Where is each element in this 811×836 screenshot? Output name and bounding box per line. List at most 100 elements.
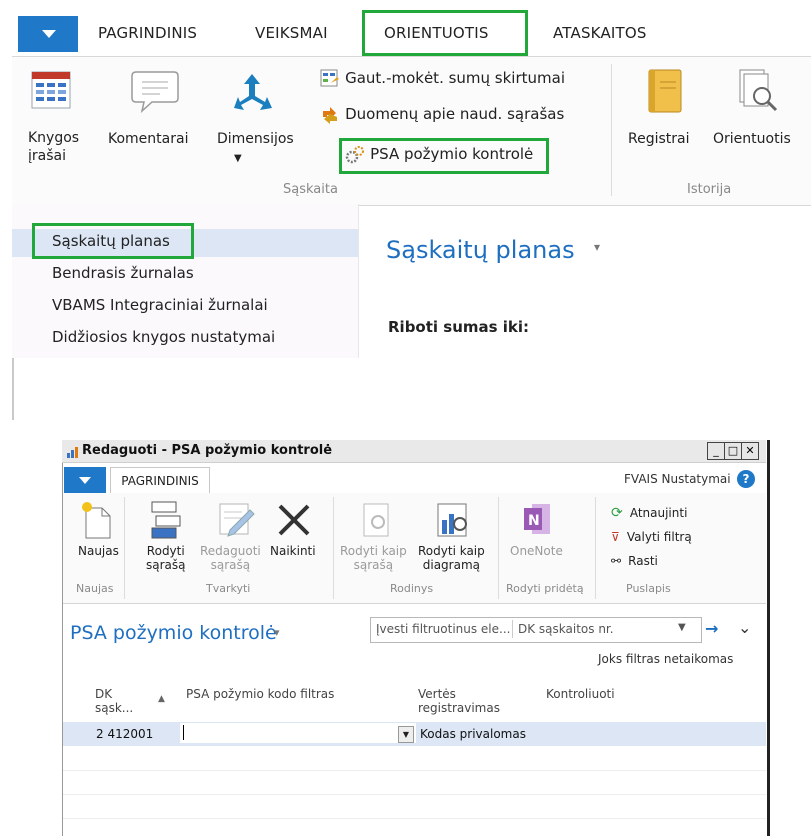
registers-button[interactable] <box>646 68 686 118</box>
col-header-dk-2: sąsk... <box>95 701 134 715</box>
title-dropdown-icon[interactable]: ▾ <box>274 626 280 639</box>
chevron-down-icon <box>79 477 91 484</box>
arrows-icon <box>323 106 337 124</box>
text-cursor <box>183 725 184 740</box>
ribbon-separator <box>333 497 334 599</box>
group-rodyti-prideta: Rodyti pridėtą <box>506 582 584 595</box>
help-icon[interactable]: ? <box>737 470 755 488</box>
col-header-psa[interactable]: PSA požymio kodo filtras <box>186 687 334 701</box>
delete-x-icon <box>278 504 310 536</box>
edit-list-label-1: Redaguoti <box>200 544 261 558</box>
new-label: Naujas <box>78 544 119 558</box>
col-header-dk-1: DK <box>95 687 113 701</box>
dimensions-icon <box>234 74 272 110</box>
new-document-icon <box>82 502 111 539</box>
show-as-chart-label-2: diagramą <box>422 558 481 572</box>
registers-label: Registrai <box>628 131 690 147</box>
dialog-tab-pagrindinis[interactable]: PAGRINDINIS <box>110 467 210 494</box>
view-list-label-2: sąrašą <box>146 558 186 572</box>
ledger-entries-label-2: įrašai <box>28 148 66 164</box>
group-rodinys: Rodinys <box>390 582 434 595</box>
close-button[interactable]: ✕ <box>741 442 759 460</box>
comments-button[interactable] <box>130 68 180 118</box>
nav-item-bendrasis-zurnalas[interactable]: Bendrasis žurnalas <box>52 264 194 282</box>
cmd-gaut-moket[interactable]: Gaut.-mokėt. sumų skirtumai <box>320 68 565 89</box>
clear-filter-label: Valyti filtrą <box>626 530 692 544</box>
divider <box>512 620 513 638</box>
view-list-button[interactable] <box>148 500 184 544</box>
edit-list-label: Redaguoti sąrašą <box>200 544 261 572</box>
group-puslapis: Puslapis <box>626 582 671 595</box>
view-list-icon <box>151 501 181 539</box>
page-title: Sąskaitų planas <box>386 236 575 264</box>
clear-filter-icon: ⊽ <box>611 530 620 544</box>
cell-vertes[interactable]: Kodas privalomas <box>420 727 526 741</box>
onenote-icon: N <box>524 504 550 534</box>
app-icon <box>66 444 80 463</box>
col-header-vertes-1: Vertės <box>418 687 456 701</box>
nav-item-saskaitu-planas[interactable]: Sąskaitų planas <box>52 232 170 250</box>
tab-orientuotis[interactable]: ORIENTUOTIS <box>384 24 489 42</box>
ribbon-separator <box>611 64 612 196</box>
group-naujas: Naujas <box>76 582 114 595</box>
dialog-menu-button[interactable] <box>64 467 106 493</box>
col-header-vertes[interactable]: Vertės registravimas <box>418 687 500 715</box>
dimensions-button[interactable] <box>232 72 274 118</box>
cmd-duomenu[interactable]: Duomenų apie naud. sąrašas <box>320 104 564 125</box>
filter-search-input[interactable]: Įvesti filtruotinus ele... <box>376 622 510 636</box>
cell-dk[interactable]: 2 412001 <box>96 727 153 741</box>
show-as-list-button[interactable] <box>358 500 394 544</box>
navigate-button[interactable] <box>738 68 782 118</box>
refresh-button[interactable]: ⟳ Atnaujinti <box>611 502 687 521</box>
col-header-vertes-2: registravimas <box>418 701 500 715</box>
navigate-search-icon <box>739 69 778 112</box>
maximize-button[interactable]: □ <box>724 442 742 460</box>
filter-field-select[interactable]: DK sąskaitos nr. <box>518 622 614 636</box>
clear-filter-button[interactable]: ⊽ Valyti filtrą <box>611 526 692 545</box>
find-label: Rasti <box>628 554 658 568</box>
register-book-icon <box>648 69 682 113</box>
minimize-button[interactable]: _ <box>707 442 725 460</box>
chevron-down-icon[interactable]: ▼ <box>678 622 686 633</box>
delete-label: Naikinti <box>270 544 316 558</box>
cmd-psa-pozymio[interactable]: PSA požymio kontrolė <box>345 144 533 165</box>
tab-ataskaitos[interactable]: ATASKAITOS <box>553 24 647 42</box>
nav-item-didziosios[interactable]: Didžiosios knygos nustatymai <box>52 328 275 346</box>
show-as-chart-button[interactable] <box>434 500 472 544</box>
show-as-chart-label-1: Rodyti kaip <box>418 544 485 558</box>
title-dropdown-icon[interactable]: ▾ <box>594 240 600 254</box>
divider <box>12 358 14 420</box>
refresh-icon: ⟳ <box>611 505 623 521</box>
navigate-label: Orientuotis <box>713 131 791 147</box>
comment-icon <box>131 71 179 114</box>
show-as-list-label-1: Rodyti kaip <box>340 544 407 558</box>
arrow-right-icon[interactable]: → <box>705 619 718 638</box>
col-header-dk[interactable]: DK sąsk... <box>95 687 133 715</box>
show-as-list-icon <box>363 503 389 537</box>
cell-psa-input[interactable] <box>180 723 416 743</box>
view-list-label: Rodyti sąrašą <box>146 544 186 572</box>
find-button[interactable]: ⚯ Rasti <box>611 550 658 569</box>
edit-list-button[interactable] <box>216 500 256 544</box>
app-menu-button[interactable] <box>18 16 78 52</box>
tab-pagrindinis[interactable]: PAGRINDINIS <box>98 24 197 42</box>
ledger-entries-button[interactable] <box>31 71 73 115</box>
nav-item-vbams[interactable]: VBAMS Integraciniai žurnalai <box>52 296 268 314</box>
show-as-chart-label: Rodyti kaip diagramą <box>418 544 485 572</box>
collapse-chevron-icon[interactable]: ⌄ <box>738 618 751 637</box>
row-divider <box>63 770 766 771</box>
col-header-kontroliuoti[interactable]: Kontroliuoti <box>546 687 615 701</box>
tab-veiksmai[interactable]: VEIKSMAI <box>255 24 328 42</box>
svg-text:N: N <box>528 513 540 529</box>
view-list-label-1: Rodyti <box>146 544 185 558</box>
edit-list-icon <box>219 503 255 537</box>
delete-button[interactable] <box>276 502 312 542</box>
row-divider <box>63 794 766 795</box>
onenote-button[interactable]: N <box>520 500 556 544</box>
sort-asc-icon: ▲ <box>158 694 165 704</box>
new-button[interactable] <box>80 500 112 544</box>
ledger-entries-label: Knygos įrašai <box>28 129 84 165</box>
settings-link[interactable]: FVAIS Nustatymai <box>624 472 731 486</box>
dropdown-button-icon[interactable]: ▼ <box>398 726 414 743</box>
cmd-gaut-moket-label: Gaut.-mokėt. sumų skirtumai <box>345 69 566 87</box>
